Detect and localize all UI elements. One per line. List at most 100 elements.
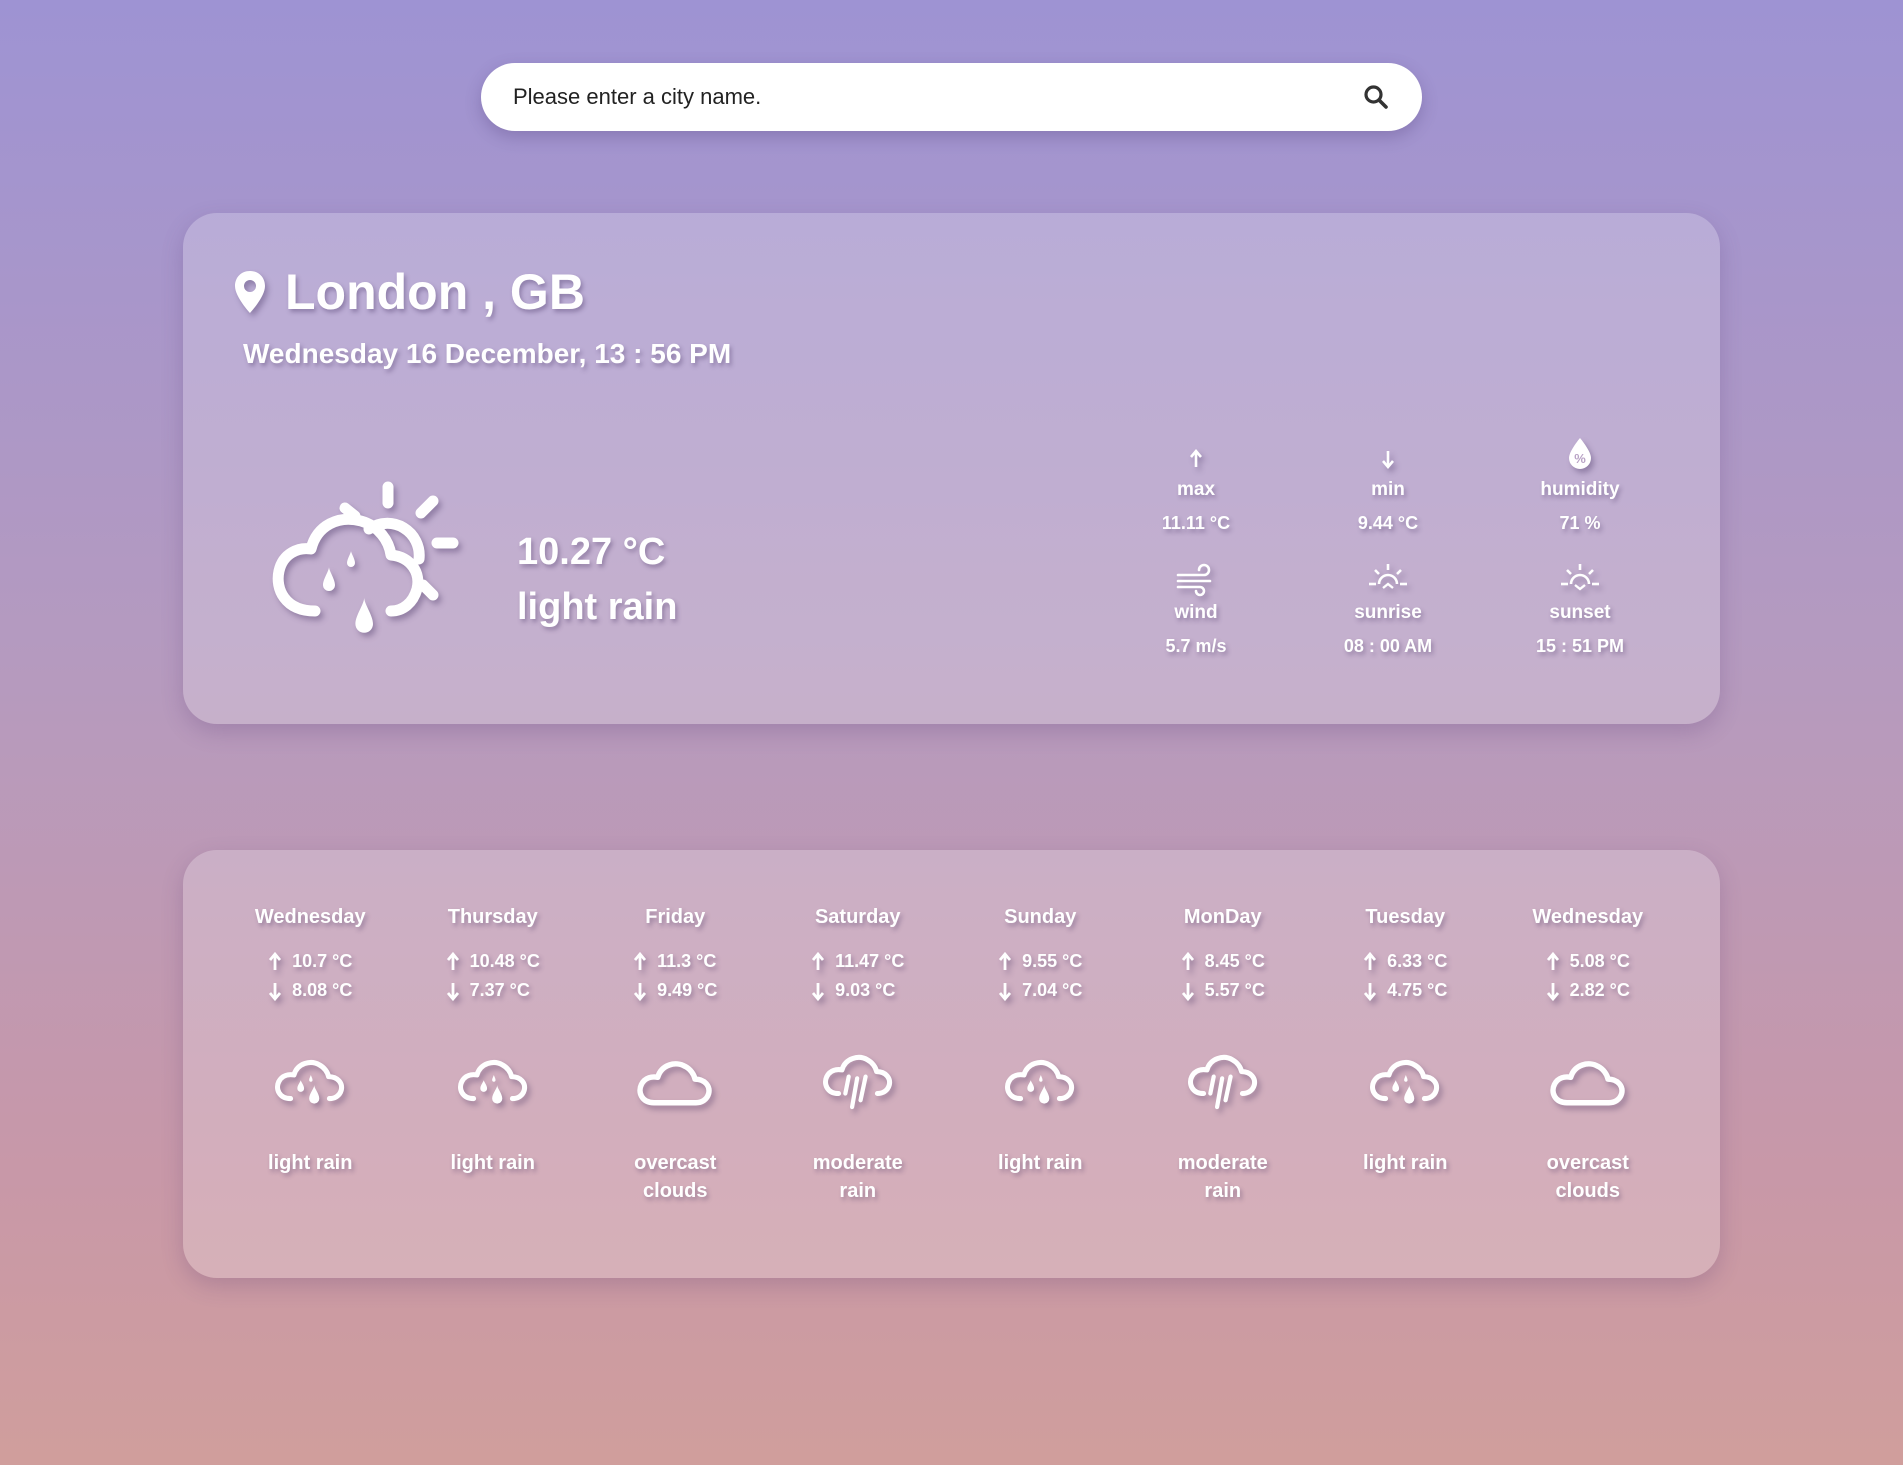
forecast-description: moderate rain xyxy=(812,1152,903,1202)
forecast-day-name: Friday xyxy=(645,906,706,928)
forecast-max-value: 8.45 °C xyxy=(1204,951,1265,971)
cloud-showers-icon xyxy=(1185,1039,1261,1121)
forecast-max-value: 11.3 °C xyxy=(657,951,717,971)
forecast-min: 8.08 °C xyxy=(268,980,352,1001)
forecast-description: overcast clouds xyxy=(634,1152,717,1202)
forecast-description: light rain xyxy=(998,1152,1083,1174)
arrow-down-icon xyxy=(634,982,647,1001)
stat-label: min xyxy=(1371,479,1405,500)
arrow-down-icon xyxy=(1546,982,1559,1001)
city-search-input[interactable] xyxy=(513,84,1360,110)
forecast-min-value: 7.04 °C xyxy=(1022,980,1083,1000)
stat-value: 71 % xyxy=(1559,513,1601,533)
forecast-day-name: Wednesday xyxy=(1532,906,1644,928)
forecast-description: overcast clouds xyxy=(1546,1152,1629,1202)
forecast-max-value: 10.48 °C xyxy=(469,951,540,971)
forecast-description: light rain xyxy=(1363,1152,1448,1174)
forecast-max-value: 9.55 °C xyxy=(1022,951,1083,971)
city-name: London , GB xyxy=(285,264,585,320)
stat-label: humidity xyxy=(1540,479,1620,500)
forecast-max: 11.47 °C xyxy=(811,951,904,972)
forecast-days: Wednesday 10.7 °C 8.08 °C light rain Thu… xyxy=(219,906,1679,1205)
forecast-max: 11.3 °C xyxy=(633,951,717,972)
forecast-day-name: Wednesday xyxy=(254,906,366,928)
cloud-icon xyxy=(1546,1039,1630,1121)
forecast-min: 4.75 °C xyxy=(1363,980,1447,1001)
stat-label: max xyxy=(1176,479,1216,500)
forecast-day-name: Sunday xyxy=(1004,906,1077,928)
forecast-min-value: 9.03 °C xyxy=(835,980,896,1000)
arrow-up-icon xyxy=(1546,951,1559,970)
cloud-rain-drops-icon xyxy=(1002,1039,1078,1121)
stat-sunrise: sunrise 08 : 00 AM xyxy=(1292,558,1484,657)
cloud-showers-icon xyxy=(820,1039,896,1121)
sunset-icon xyxy=(1561,564,1599,591)
search-icon xyxy=(1364,85,1388,109)
forecast-day-name: MonDay xyxy=(1183,906,1262,928)
forecast-day-1: Thursday 10.48 °C 7.37 °C light rain xyxy=(402,906,585,1205)
current-description: light rain xyxy=(517,586,678,628)
forecast-min-value: 4.75 °C xyxy=(1387,980,1448,1000)
forecast-card: Wednesday 10.7 °C 8.08 °C light rain Thu… xyxy=(183,850,1720,1278)
arrow-up-icon xyxy=(269,951,282,970)
stat-value: 15 : 51 PM xyxy=(1535,636,1625,656)
forecast-min-value: 2.82 °C xyxy=(1569,980,1630,1000)
search-button[interactable] xyxy=(1360,81,1392,113)
forecast-description: moderate rain xyxy=(1177,1152,1268,1202)
arrow-down-icon xyxy=(812,982,825,1001)
current-weather-card: London , GB Wednesday 16 December, 13 : … xyxy=(183,213,1720,724)
current-temperature: 10.27 °C xyxy=(517,531,666,573)
forecast-max: 10.7 °C xyxy=(268,951,352,972)
arrow-up-icon xyxy=(634,951,647,970)
arrow-up-icon xyxy=(1364,951,1377,970)
stat-min: min 9.44 °C xyxy=(1292,435,1484,534)
stat-value: 5.7 m/s xyxy=(1165,636,1227,656)
forecast-min: 7.04 °C xyxy=(998,980,1082,1001)
forecast-max: 5.08 °C xyxy=(1546,951,1630,972)
arrow-down-icon xyxy=(269,982,282,1001)
arrow-up-icon xyxy=(999,951,1012,970)
stat-label: sunrise xyxy=(1354,602,1422,623)
forecast-day-6: Tuesday 6.33 °C 4.75 °C light rain xyxy=(1314,906,1497,1205)
forecast-min-value: 5.57 °C xyxy=(1204,980,1265,1000)
forecast-max: 8.45 °C xyxy=(1181,951,1265,972)
stat-value: 08 : 00 AM xyxy=(1343,636,1433,656)
stat-value: 9.44 °C xyxy=(1357,513,1419,533)
forecast-day-3: Saturday 11.47 °C 9.03 °C moderate rain xyxy=(767,906,950,1205)
search-bar xyxy=(481,63,1422,131)
forecast-day-5: MonDay 8.45 °C 5.57 °C moderate rain xyxy=(1132,906,1315,1205)
arrow-up-icon xyxy=(812,951,825,970)
forecast-max: 9.55 °C xyxy=(998,951,1082,972)
forecast-day-name: Saturday xyxy=(814,906,901,928)
forecast-max-value: 10.7 °C xyxy=(292,951,353,971)
forecast-min-value: 8.08 °C xyxy=(292,980,353,1000)
forecast-day-name: Tuesday xyxy=(1365,906,1446,928)
forecast-max-value: 5.08 °C xyxy=(1569,951,1630,971)
cloud-rain-drops-icon xyxy=(455,1039,531,1121)
cloud-icon xyxy=(633,1039,717,1121)
arrow-down-icon xyxy=(1382,451,1394,470)
stat-wind: wind 5.7 m/s xyxy=(1100,558,1292,657)
forecast-min: 7.37 °C xyxy=(446,980,540,1001)
cloud-rain-drops-icon xyxy=(1367,1039,1443,1121)
forecast-max: 10.48 °C xyxy=(446,951,540,972)
forecast-min: 2.82 °C xyxy=(1546,980,1630,1001)
forecast-min-value: 7.37 °C xyxy=(469,980,530,1000)
current-datetime: Wednesday 16 December, 13 : 56 PM xyxy=(243,338,732,369)
forecast-max-value: 11.47 °C xyxy=(835,951,905,971)
arrow-up-icon xyxy=(1190,448,1202,467)
weather-stats: max 11.11 °C min 9.44 °C % humidity 71 %… xyxy=(1100,435,1676,657)
forecast-min: 9.03 °C xyxy=(811,980,904,1001)
wind-icon xyxy=(1176,563,1212,597)
arrow-down-icon xyxy=(446,982,459,1001)
forecast-day-7: Wednesday 5.08 °C 2.82 °C overcast cloud… xyxy=(1497,906,1680,1205)
forecast-description: light rain xyxy=(450,1152,535,1174)
forecast-max-value: 6.33 °C xyxy=(1387,951,1448,971)
stat-sunset: sunset 15 : 51 PM xyxy=(1484,558,1676,657)
stat-label: sunset xyxy=(1549,602,1611,623)
arrow-down-icon xyxy=(1181,982,1194,1001)
stat-humidity: % humidity 71 % xyxy=(1484,435,1676,534)
arrow-up-icon xyxy=(446,951,459,970)
forecast-max: 6.33 °C xyxy=(1363,951,1447,972)
arrow-down-icon xyxy=(1364,982,1377,1001)
